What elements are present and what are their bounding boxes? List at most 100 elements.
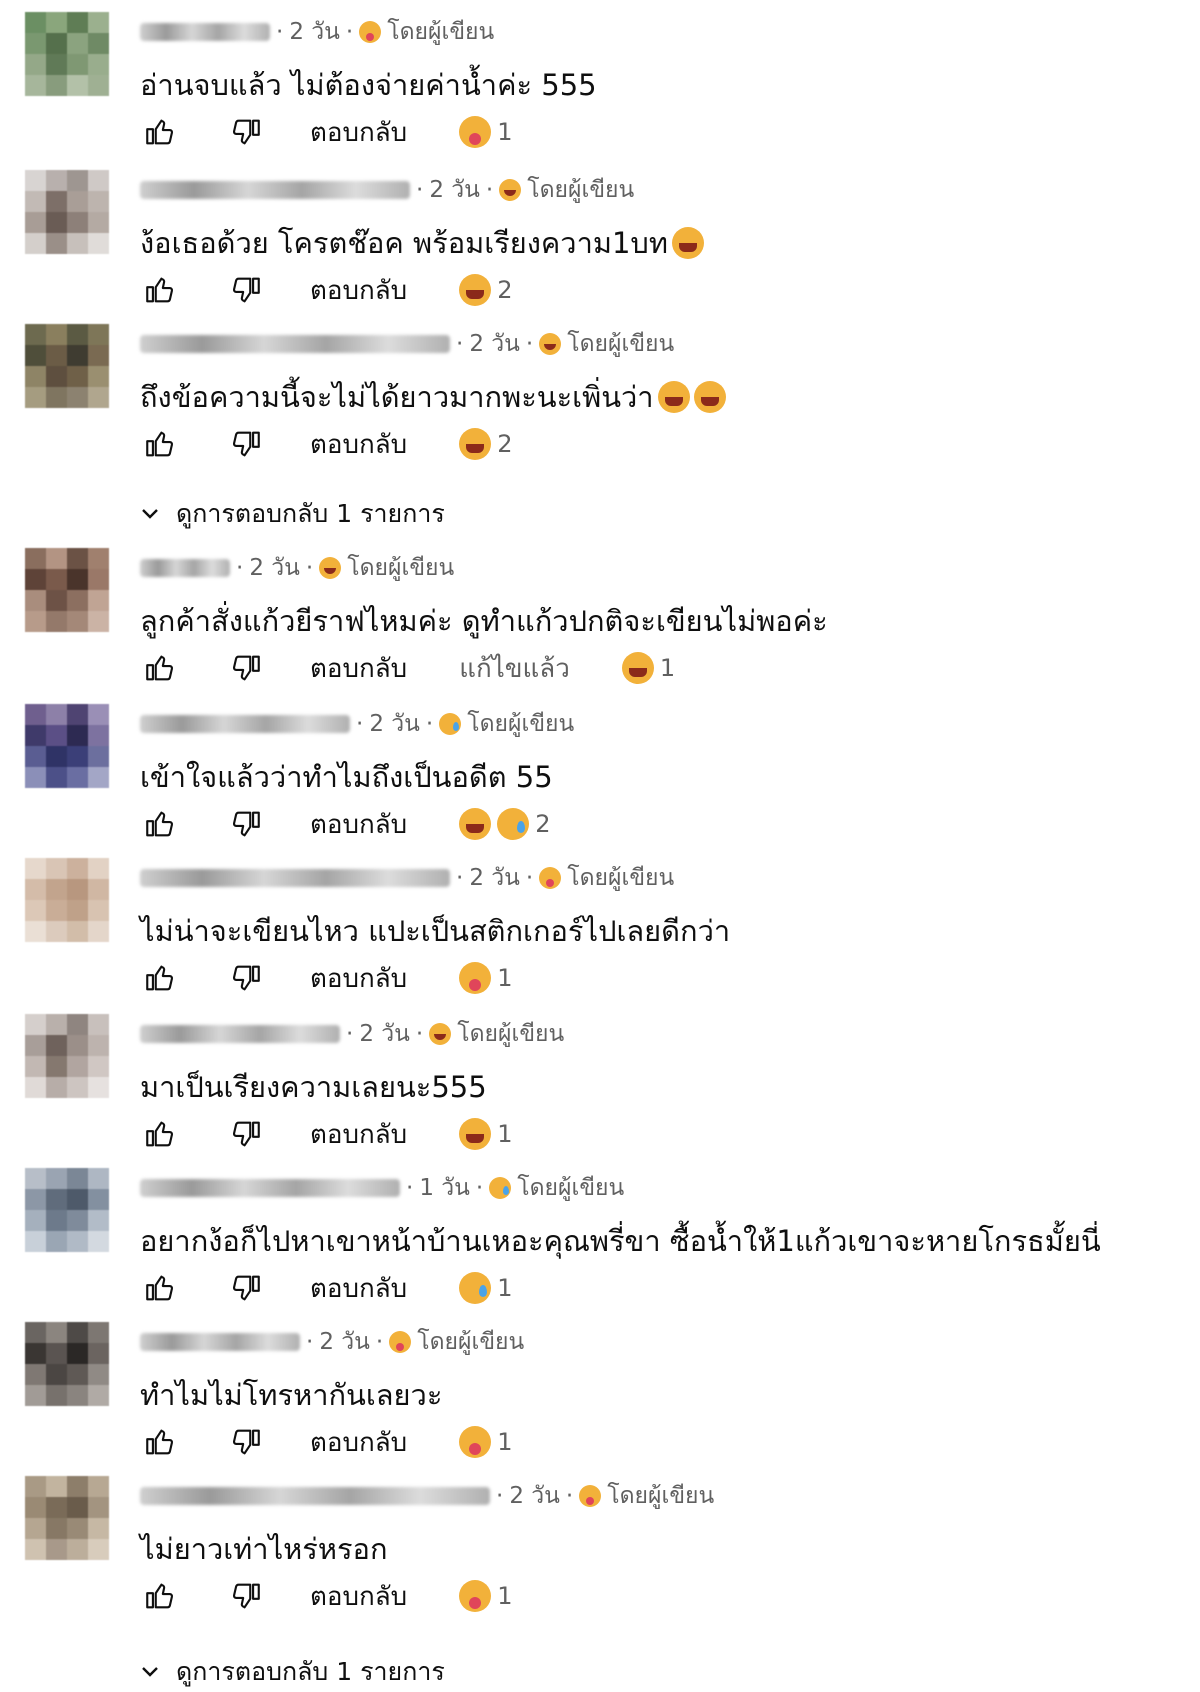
view-replies-button[interactable]: ดูการตอบกลับ 1 รายการ xyxy=(140,494,445,534)
by-author-label: โดยผู้เขียน xyxy=(567,865,675,891)
comment-time[interactable]: 1 วัน xyxy=(419,1170,470,1206)
by-author-label: โดยผู้เขียน xyxy=(457,1021,565,1047)
comment-text-content: อยากง้อก็ไปหาเขาหน้าบ้านเหอะคุณพรี่ขา ซื… xyxy=(140,1224,1101,1258)
comment-text-content: ลูกค้าสั่งแก้วยีราฟไหมค่ะ ดูทำแก้วปกติจะ… xyxy=(140,604,828,638)
reactions[interactable]: 1 xyxy=(459,962,512,994)
avatar[interactable] xyxy=(25,1322,109,1406)
comment-meta: · 2 วัน · โดยผู้เขียน xyxy=(140,18,494,46)
laugh-emoji-icon xyxy=(459,1118,492,1150)
reply-button[interactable]: ตอบกลับ xyxy=(310,424,407,465)
reply-button[interactable]: ตอบกลับ xyxy=(310,804,407,845)
comment-actions: ตอบกลับ 2 xyxy=(140,804,550,844)
reactions[interactable]: 1 xyxy=(459,116,512,148)
dislike-icon[interactable] xyxy=(226,1576,266,1616)
dislike-icon[interactable] xyxy=(226,1114,266,1154)
reactions[interactable]: 2 xyxy=(459,274,512,306)
author-name-blurred[interactable] xyxy=(140,1179,400,1197)
author-reaction-icon xyxy=(389,1331,412,1353)
comment-meta: · 2 วัน · โดยผู้เขียน xyxy=(140,864,674,892)
dislike-icon[interactable] xyxy=(226,804,266,844)
by-author-label: โดยผู้เขียน xyxy=(347,555,455,581)
like-icon[interactable] xyxy=(140,648,180,688)
avatar[interactable] xyxy=(25,704,109,788)
reply-button[interactable]: ตอบกลับ xyxy=(310,270,407,311)
author-name-blurred[interactable] xyxy=(140,181,410,199)
comment-time[interactable]: 2 วัน xyxy=(509,1478,560,1514)
like-icon[interactable] xyxy=(140,1268,180,1308)
dislike-icon[interactable] xyxy=(226,958,266,998)
reply-button[interactable]: ตอบกลับ xyxy=(310,958,407,999)
dislike-icon[interactable] xyxy=(226,648,266,688)
avatar[interactable] xyxy=(25,858,109,942)
comment-time[interactable]: 2 วัน xyxy=(469,860,520,896)
comment-text-content: ไม่น่าจะเขียนไหว แปะเป็นสติกเกอร์ไปเลยดี… xyxy=(140,914,731,948)
comment-time[interactable]: 2 วัน xyxy=(249,550,300,586)
laugh-emoji-icon xyxy=(671,227,704,259)
separator-dot: · xyxy=(276,19,284,45)
author-reaction-icon xyxy=(439,713,462,735)
by-author-label: โดยผู้เขียน xyxy=(567,331,675,357)
author-name-blurred[interactable] xyxy=(140,559,230,577)
like-icon[interactable] xyxy=(140,1114,180,1154)
reply-button[interactable]: ตอบกลับ xyxy=(310,1114,407,1155)
reply-button[interactable]: ตอบกลับ xyxy=(310,648,407,689)
comment-time[interactable]: 2 วัน xyxy=(429,172,480,208)
reply-button[interactable]: ตอบกลับ xyxy=(310,1268,407,1309)
comment-time[interactable]: 2 วัน xyxy=(469,326,520,362)
reactions[interactable]: 1 xyxy=(459,1426,512,1458)
separator-dot: · xyxy=(406,1175,414,1201)
dislike-icon[interactable] xyxy=(226,424,266,464)
dislike-icon[interactable] xyxy=(226,1268,266,1308)
reaction-count: 1 xyxy=(497,1428,513,1456)
comment-actions: ตอบกลับ 1 xyxy=(140,958,512,998)
avatar[interactable] xyxy=(25,548,109,632)
like-icon[interactable] xyxy=(140,1422,180,1462)
dislike-icon[interactable] xyxy=(226,1422,266,1462)
author-name-blurred[interactable] xyxy=(140,23,270,41)
author-name-blurred[interactable] xyxy=(140,1333,300,1351)
author-name-blurred[interactable] xyxy=(140,715,350,733)
tongue-emoji-icon xyxy=(459,1426,492,1458)
reply-button[interactable]: ตอบกลับ xyxy=(310,1576,407,1617)
like-icon[interactable] xyxy=(140,424,180,464)
like-icon[interactable] xyxy=(140,1576,180,1616)
comment-actions: ตอบกลับ 1 xyxy=(140,1576,512,1616)
author-name-blurred[interactable] xyxy=(140,335,450,353)
comment-actions: ตอบกลับ 1 xyxy=(140,1422,512,1462)
comment-time[interactable]: 2 วัน xyxy=(319,1324,370,1360)
view-replies-button[interactable]: ดูการตอบกลับ 1 รายการ xyxy=(140,1652,445,1692)
like-icon[interactable] xyxy=(140,804,180,844)
author-name-blurred[interactable] xyxy=(140,1487,490,1505)
reactions[interactable]: 1 xyxy=(459,1272,512,1304)
reaction-count: 1 xyxy=(497,1582,513,1610)
dislike-icon[interactable] xyxy=(226,112,266,152)
like-icon[interactable] xyxy=(140,270,180,310)
comment-text: อ่านจบแล้ว ไม่ต้องจ่ายค่าน้ำค่ะ 555 xyxy=(140,62,597,108)
avatar[interactable] xyxy=(25,170,109,254)
avatar[interactable] xyxy=(25,1168,109,1252)
dislike-icon[interactable] xyxy=(226,270,266,310)
avatar[interactable] xyxy=(25,1476,109,1560)
reactions[interactable]: 2 xyxy=(459,808,550,840)
reply-button[interactable]: ตอบกลับ xyxy=(310,112,407,153)
reactions[interactable]: 1 xyxy=(621,652,675,684)
by-author-label: โดยผู้เขียน xyxy=(387,19,495,45)
reply-button[interactable]: ตอบกลับ xyxy=(310,1422,407,1463)
reactions[interactable]: 2 xyxy=(459,428,512,460)
separator-dot: · xyxy=(485,177,494,203)
comment-time[interactable]: 2 วัน xyxy=(369,706,420,742)
author-name-blurred[interactable] xyxy=(140,1025,340,1043)
reactions[interactable]: 1 xyxy=(459,1118,512,1150)
author-reaction-icon xyxy=(499,179,522,201)
avatar[interactable] xyxy=(25,1014,109,1098)
reactions[interactable]: 1 xyxy=(459,1580,512,1612)
like-icon[interactable] xyxy=(140,112,180,152)
comment-time[interactable]: 2 วัน xyxy=(289,14,340,50)
avatar[interactable] xyxy=(25,324,109,408)
comment-time[interactable]: 2 วัน xyxy=(359,1016,410,1052)
avatar[interactable] xyxy=(25,12,109,96)
like-icon[interactable] xyxy=(140,958,180,998)
author-reaction-icon xyxy=(579,1485,602,1507)
author-name-blurred[interactable] xyxy=(140,869,450,887)
comment-text: ไม่น่าจะเขียนไหว แปะเป็นสติกเกอร์ไปเลยดี… xyxy=(140,908,730,954)
